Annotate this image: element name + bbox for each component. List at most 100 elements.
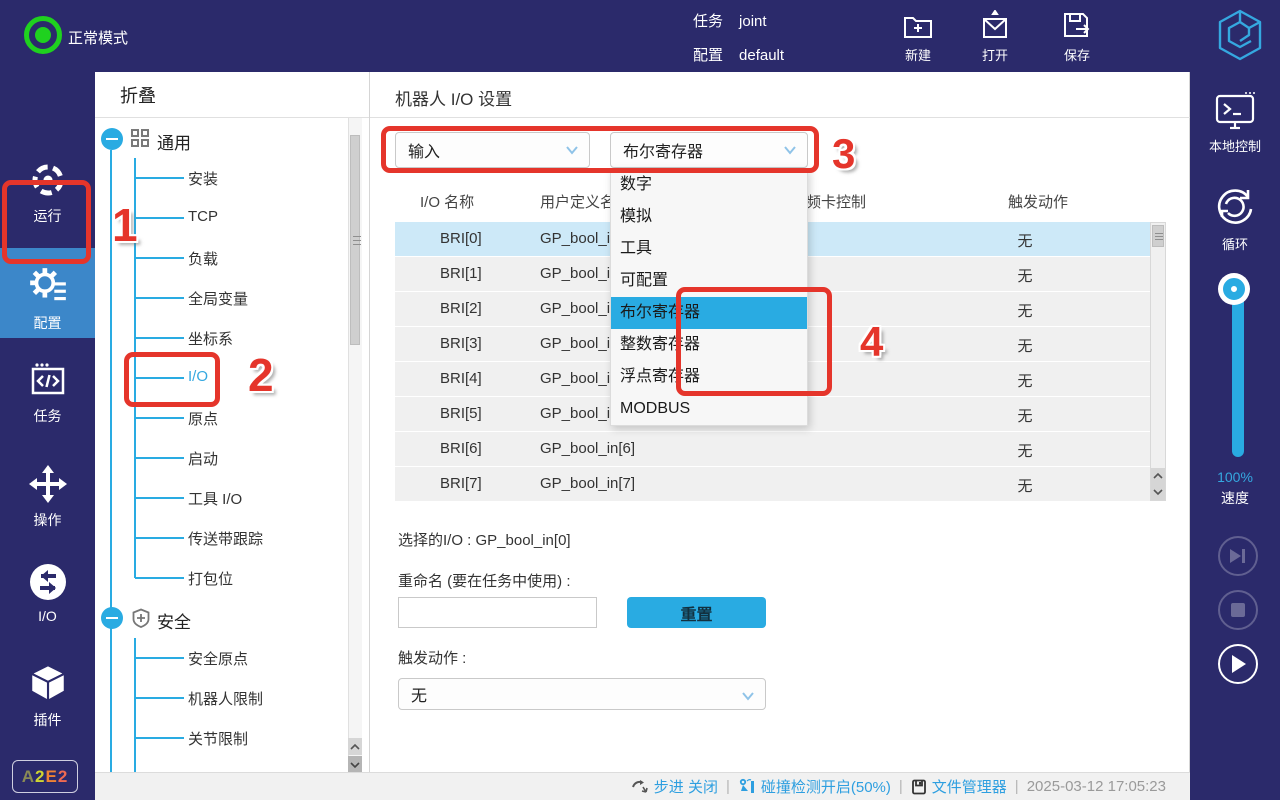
table-row[interactable]: BRI[6] GP_bool_in[6] 无 [395, 432, 1150, 466]
step-next-button[interactable] [1218, 536, 1258, 576]
left-sidebar: 运行 配置 任务 操作 I/O 插件 A2E2 [0, 72, 95, 800]
speed-slider-knob[interactable] [1223, 278, 1245, 300]
right-sidebar: 本地控制 循环 100% 速度 [1190, 72, 1280, 800]
dropdown-option[interactable]: MODBUS [611, 393, 807, 425]
io-direction-select[interactable]: 输入 [395, 132, 590, 168]
clock-timestamp: 2025-03-12 17:05:23 [1026, 778, 1166, 795]
file-manager-button[interactable]: 文件管理器 [911, 776, 1007, 797]
tree-scrollbar[interactable] [348, 118, 362, 773]
divider [370, 117, 1190, 118]
io-icon [0, 562, 95, 602]
new-button-label: 新建 [904, 48, 931, 63]
io-direction-value: 输入 [408, 144, 441, 161]
tree-child-item[interactable]: 关节限制 [95, 718, 345, 758]
io-name-cell: BRI[3] [440, 335, 482, 352]
gear-icon [0, 265, 95, 307]
tree-child-item[interactable]: 负载 [95, 238, 345, 278]
sidebar-item-plugin[interactable]: 插件 [0, 662, 95, 730]
sidebar-item-run[interactable]: 运行 [0, 160, 95, 226]
app-root: 正常模式 任务 joint 配置 default 新建 打开 保存 运行 配置 … [0, 0, 1280, 800]
general-grid-icon [131, 129, 151, 149]
col-header-trigger: 触发动作 [1008, 194, 1069, 211]
loop-button[interactable]: 循环 [1190, 184, 1280, 253]
local-control-label: 本地控制 [1208, 139, 1261, 154]
save-icon [1045, 10, 1109, 42]
collision-status[interactable]: 碰撞检测开启(50%) [738, 776, 891, 797]
sidebar-item-io[interactable]: I/O [0, 562, 95, 624]
config-label: 配置 [693, 47, 724, 64]
tree-child-item[interactable]: 启动 [95, 438, 345, 478]
reset-button[interactable]: 重置 [627, 597, 766, 628]
version-badge: A2E2 [12, 760, 78, 793]
skip-next-icon [1230, 549, 1245, 563]
col-header-card-control: 频卡控制 [806, 194, 867, 211]
dropdown-option[interactable]: 布尔寄存器 [611, 297, 807, 329]
table-scroll-up-button[interactable] [1151, 468, 1165, 484]
dropdown-option[interactable]: 浮点寄存器 [611, 361, 807, 393]
tree-child-item[interactable]: TCP [95, 198, 345, 238]
trigger-cell: 无 [1017, 408, 1033, 425]
badge-char: A [21, 766, 35, 786]
dropdown-option[interactable]: 可配置 [611, 265, 807, 297]
io-name-cell: BRI[2] [440, 300, 482, 317]
sidebar-item-task[interactable]: 任务 [0, 360, 95, 426]
trigger-action-select[interactable]: 无 [398, 678, 766, 710]
tree-child-item[interactable]: 安装 [95, 158, 345, 198]
speed-slider-track[interactable] [1232, 285, 1244, 457]
tree-scroll-down-button[interactable] [348, 756, 362, 773]
play-button[interactable] [1218, 644, 1258, 684]
file-manager-label: 文件管理器 [931, 779, 1007, 796]
sidebar-item-config[interactable]: 配置 [0, 248, 95, 338]
tree-scroll-up-button[interactable] [348, 738, 362, 755]
tree-child-item[interactable]: 打包位 [95, 558, 345, 598]
tree-child-item[interactable]: 机器人限制 [95, 678, 345, 718]
tree-child-item[interactable]: 传送带跟踪 [95, 518, 345, 558]
trigger-cell: 无 [1017, 268, 1033, 285]
tree-node-general[interactable]: 通用 [95, 119, 345, 159]
io-type-select[interactable]: 布尔寄存器 [610, 132, 808, 168]
separator: | [898, 778, 903, 795]
tree-child-item[interactable]: 坐标系 [95, 318, 345, 358]
badge-char: E [45, 766, 58, 786]
trigger-cell: 无 [1017, 303, 1033, 320]
table-scrollbar-thumb[interactable] [1152, 225, 1164, 247]
tree-child-label: 机器人限制 [188, 691, 264, 708]
user-name-cell: GP_bool_in[6] [540, 440, 636, 457]
table-row[interactable]: BRI[7] GP_bool_in[7] 无 [395, 467, 1150, 501]
tree-child-item[interactable]: 安全原点 [95, 638, 345, 678]
tree-child-label: 工具 I/O [188, 491, 243, 508]
dropdown-option[interactable]: 工具 [611, 233, 807, 265]
dropdown-option[interactable]: 数字 [611, 169, 807, 201]
table-scrollbar[interactable] [1150, 222, 1166, 501]
trigger-cell: 无 [1017, 443, 1033, 460]
save-button[interactable]: 保存 [1045, 10, 1109, 64]
tree-node-safety[interactable]: 安全 [95, 598, 345, 638]
new-button[interactable]: 新建 [886, 10, 950, 64]
local-control-button[interactable]: 本地控制 [1190, 90, 1280, 155]
tree-children-general: 安装 TCP 负载 全局变量 坐标系 I/O 原点 启动 工具 I/O 传送带跟… [95, 158, 345, 598]
sidebar-item-io-label: I/O [38, 608, 57, 624]
tree-child-item[interactable]: 工具 I/O [95, 478, 345, 518]
task-row: 任务 joint [693, 10, 767, 31]
collapse-minus-icon[interactable] [101, 128, 123, 150]
stop-button[interactable] [1218, 590, 1258, 630]
dropdown-option[interactable]: 模拟 [611, 201, 807, 233]
play-icon [1232, 655, 1246, 673]
sidebar-item-jog-label: 操作 [33, 512, 62, 528]
rename-input[interactable] [398, 597, 597, 628]
dropdown-option[interactable]: 整数寄存器 [611, 329, 807, 361]
collapse-minus-icon[interactable] [101, 607, 123, 629]
tree-scrollbar-thumb[interactable] [350, 135, 361, 345]
step-mode-status[interactable]: 步进 关闭 [631, 776, 718, 797]
open-button[interactable]: 打开 [963, 10, 1027, 64]
tree-child-item[interactable]: 原点 [95, 398, 345, 438]
tree-child-item[interactable]: 全局变量 [95, 278, 345, 318]
tree-child-label: 打包位 [188, 571, 234, 588]
collapse-header[interactable]: 折叠 [120, 82, 156, 108]
sidebar-item-jog[interactable]: 操作 [0, 464, 95, 530]
table-scroll-down-button[interactable] [1151, 484, 1165, 500]
tree-child-item[interactable]: I/O [95, 358, 345, 398]
tree-child-label: TCP [188, 208, 218, 225]
code-window-icon [0, 360, 95, 400]
tree-child-label: 安全原点 [188, 651, 249, 668]
